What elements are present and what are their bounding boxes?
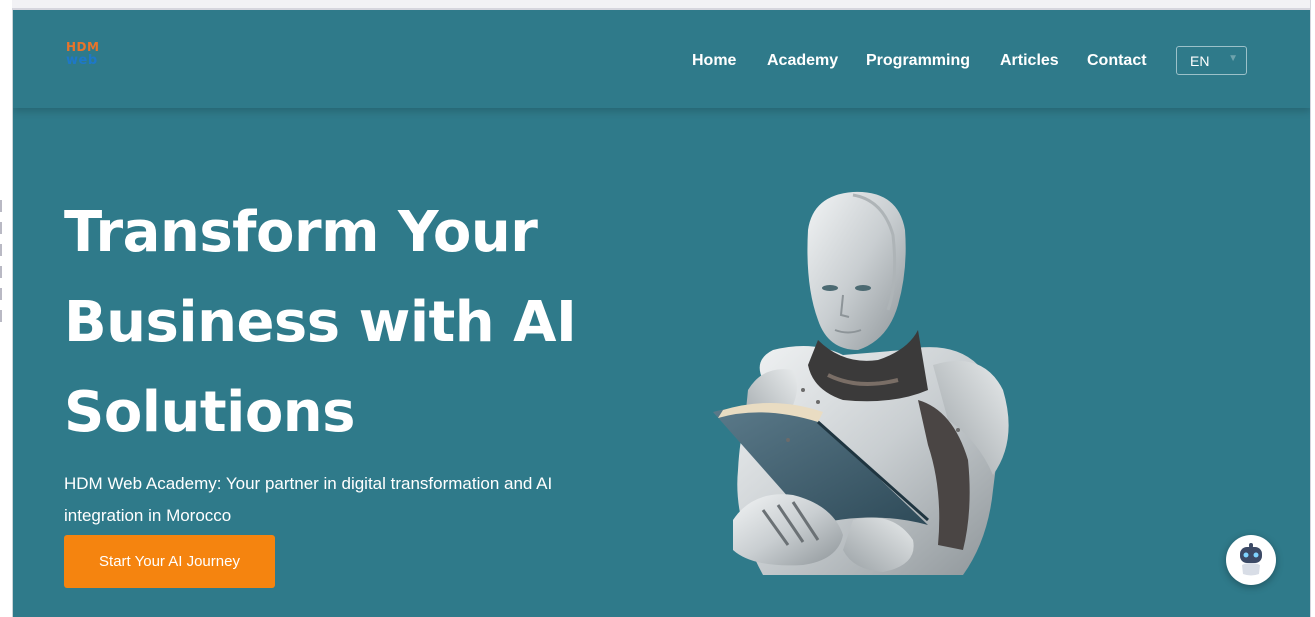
page-frame: HDM web Home Academy Programming Article… — [12, 10, 1310, 617]
navbar: HDM web Home Academy Programming Article… — [13, 10, 1310, 108]
scrollbar[interactable] — [1310, 0, 1315, 617]
hero-title-line: Solutions — [64, 380, 356, 445]
chevron-down-icon: ▼ — [1228, 53, 1238, 64]
edge-mark — [0, 244, 2, 256]
start-ai-journey-button[interactable]: Start Your AI Journey — [64, 535, 275, 588]
edge-mark — [0, 288, 2, 300]
language-value: EN — [1190, 53, 1210, 69]
hdm-web-logo[interactable]: HDM web — [66, 41, 110, 71]
nav-link-academy[interactable]: Academy — [767, 52, 838, 70]
language-select[interactable]: EN ▼ — [1176, 46, 1247, 75]
robot-reading-book-image — [713, 191, 1009, 575]
chatbot-robot-icon — [1240, 543, 1262, 576]
edge-mark — [0, 266, 2, 278]
hero-title-line: Business with AI — [64, 290, 577, 355]
nav-link-programming[interactable]: Programming — [866, 52, 970, 70]
hero-subtitle: HDM Web Academy: Your partner in digital… — [64, 474, 553, 525]
edge-mark — [0, 200, 2, 212]
hero-title: Transform Your Business with AI Solution… — [64, 188, 624, 458]
nav-link-home[interactable]: Home — [692, 52, 736, 70]
chatbot-button[interactable] — [1226, 535, 1276, 585]
edge-mark — [0, 222, 2, 234]
nav-link-contact[interactable]: Contact — [1087, 52, 1147, 70]
logo-text-bottom: web — [66, 53, 98, 68]
nav-link-articles[interactable]: Articles — [1000, 52, 1059, 70]
edge-mark — [0, 310, 2, 322]
hero-title-line: Transform Your — [64, 200, 538, 265]
window-top-strip — [0, 0, 1315, 10]
window-left-edge — [0, 0, 12, 617]
